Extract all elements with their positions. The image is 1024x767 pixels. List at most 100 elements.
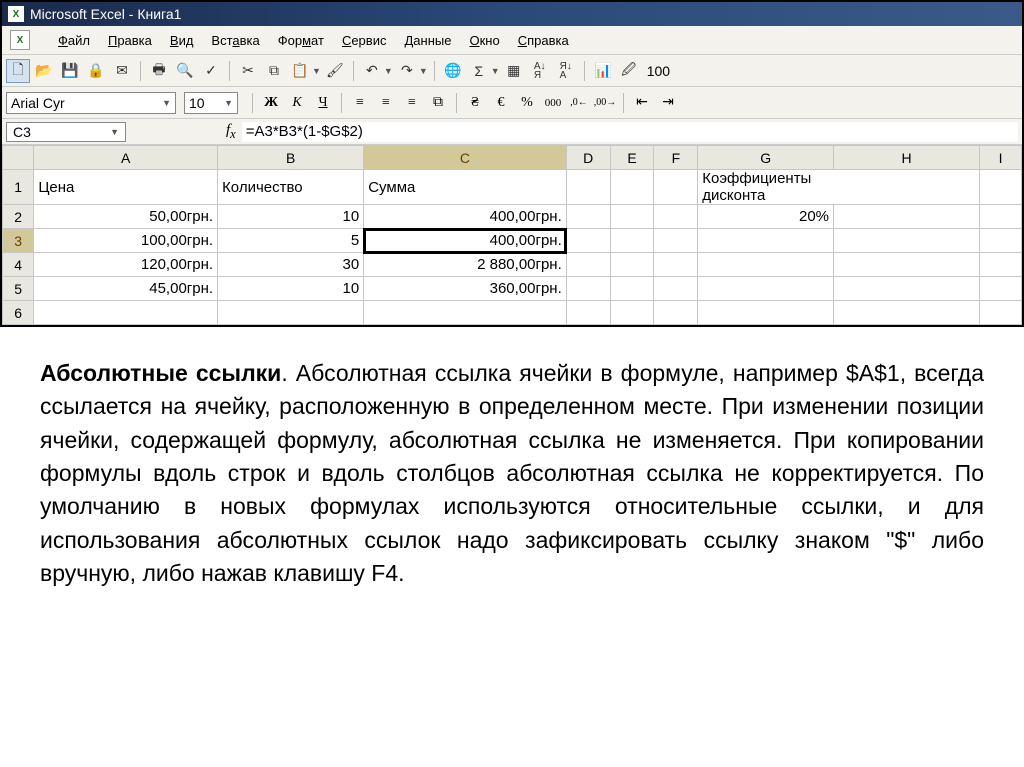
menu-view[interactable]: Вид: [170, 33, 194, 48]
cell-E1[interactable]: [610, 170, 654, 205]
menu-window[interactable]: Окно: [469, 33, 499, 48]
menu-file[interactable]: Файл: [58, 33, 90, 48]
email-icon[interactable]: ✉: [110, 59, 134, 83]
cell-D6[interactable]: [566, 301, 610, 325]
cell-B6[interactable]: [218, 301, 364, 325]
select-all-corner[interactable]: [3, 146, 34, 170]
undo-dropdown-icon[interactable]: ▼: [384, 66, 393, 76]
cell-H3[interactable]: [834, 229, 980, 253]
cell-D2[interactable]: [566, 205, 610, 229]
cell-F5[interactable]: [654, 277, 698, 301]
cell-D3[interactable]: [566, 229, 610, 253]
cell-A6[interactable]: [34, 301, 218, 325]
paste-dropdown-icon[interactable]: ▼: [312, 66, 321, 76]
cell-I5[interactable]: [980, 277, 1022, 301]
cell-D4[interactable]: [566, 253, 610, 277]
merge-cells-icon[interactable]: ⧉: [426, 92, 450, 114]
open-icon[interactable]: 📂: [32, 59, 56, 83]
cell-B2[interactable]: 10: [218, 205, 364, 229]
zoom-value[interactable]: 100: [647, 63, 670, 79]
copy-icon[interactable]: ⧉: [262, 59, 286, 83]
increase-indent-icon[interactable]: ⇥: [656, 92, 680, 114]
col-header-F[interactable]: F: [654, 146, 698, 170]
cell-C1[interactable]: Сумма: [364, 170, 567, 205]
autosum-dropdown-icon[interactable]: ▼: [491, 66, 500, 76]
menu-data[interactable]: Данные: [404, 33, 451, 48]
cell-G2[interactable]: 20%: [698, 205, 834, 229]
col-header-B[interactable]: B: [218, 146, 364, 170]
cell-A5[interactable]: 45,00грн.: [34, 277, 218, 301]
comma-icon[interactable]: 000: [541, 92, 565, 114]
row-header[interactable]: 2: [3, 205, 34, 229]
col-header-A[interactable]: A: [34, 146, 218, 170]
save-icon[interactable]: 💾: [58, 59, 82, 83]
row-header[interactable]: 3: [3, 229, 34, 253]
new-icon[interactable]: 🗋: [6, 59, 30, 83]
print-preview-icon[interactable]: 🔍: [173, 59, 197, 83]
cell-B4[interactable]: 30: [218, 253, 364, 277]
cell-A2[interactable]: 50,00грн.: [34, 205, 218, 229]
cell-B3[interactable]: 5: [218, 229, 364, 253]
drawing-icon[interactable]: 🖉: [617, 59, 641, 83]
decrease-decimal-icon[interactable]: ,00→: [593, 92, 617, 114]
cell-I1[interactable]: [980, 170, 1022, 205]
decrease-indent-icon[interactable]: ⇤: [630, 92, 654, 114]
autosum-icon[interactable]: Σ: [467, 59, 491, 83]
cell-I2[interactable]: [980, 205, 1022, 229]
spelling-icon[interactable]: ✓: [199, 59, 223, 83]
cell-G4[interactable]: [698, 253, 834, 277]
menu-tools[interactable]: Сервис: [342, 33, 387, 48]
cell-A1[interactable]: Цена: [34, 170, 218, 205]
cell-C6[interactable]: [364, 301, 567, 325]
cell-C5[interactable]: 360,00грн.: [364, 277, 567, 301]
fx-icon[interactable]: fx: [226, 122, 236, 142]
align-center-icon[interactable]: ≡: [374, 92, 398, 114]
cell-F2[interactable]: [654, 205, 698, 229]
cell-E6[interactable]: [610, 301, 654, 325]
increase-decimal-icon[interactable]: ,0←: [567, 92, 591, 114]
row-header[interactable]: 5: [3, 277, 34, 301]
menu-edit[interactable]: Правка: [108, 33, 152, 48]
col-header-E[interactable]: E: [610, 146, 654, 170]
cell-E3[interactable]: [610, 229, 654, 253]
cell-G5[interactable]: [698, 277, 834, 301]
cell-B1[interactable]: Количество: [218, 170, 364, 205]
cell-E4[interactable]: [610, 253, 654, 277]
cell-A3[interactable]: 100,00грн.: [34, 229, 218, 253]
row-header[interactable]: 6: [3, 301, 34, 325]
format-painter-icon[interactable]: 🖌: [323, 59, 347, 83]
cell-H1[interactable]: [834, 170, 980, 205]
menu-format[interactable]: Формат: [278, 33, 324, 48]
sort-asc-icon[interactable]: А↓Я: [528, 59, 552, 83]
cell-I3[interactable]: [980, 229, 1022, 253]
font-selector[interactable]: Arial Cyr ▼: [6, 92, 176, 114]
redo-dropdown-icon[interactable]: ▼: [419, 66, 428, 76]
redo-icon[interactable]: ↷: [395, 59, 419, 83]
bold-icon[interactable]: Ж: [259, 92, 283, 114]
cell-I4[interactable]: [980, 253, 1022, 277]
row-header[interactable]: 1: [3, 170, 34, 205]
align-right-icon[interactable]: ≡: [400, 92, 424, 114]
permission-icon[interactable]: 🔒: [84, 59, 108, 83]
font-size-selector[interactable]: 10 ▼: [184, 92, 238, 114]
row-header[interactable]: 4: [3, 253, 34, 277]
col-header-C[interactable]: C: [364, 146, 567, 170]
cell-A4[interactable]: 120,00грн.: [34, 253, 218, 277]
cell-G1[interactable]: Коэффициенты дисконта: [698, 170, 834, 205]
sort-control-icon[interactable]: ▦: [502, 59, 526, 83]
cell-C2[interactable]: 400,00грн.: [364, 205, 567, 229]
cell-F1[interactable]: [654, 170, 698, 205]
col-header-G[interactable]: G: [698, 146, 834, 170]
italic-icon[interactable]: К: [285, 92, 309, 114]
col-header-H[interactable]: H: [834, 146, 980, 170]
col-header-I[interactable]: I: [980, 146, 1022, 170]
cell-D1[interactable]: [566, 170, 610, 205]
cell-F6[interactable]: [654, 301, 698, 325]
cut-icon[interactable]: ✂: [236, 59, 260, 83]
col-header-D[interactable]: D: [566, 146, 610, 170]
menu-help[interactable]: Справка: [518, 33, 569, 48]
workbook-icon[interactable]: X: [10, 30, 30, 50]
formula-input[interactable]: =A3*B3*(1-$G$2): [242, 122, 1018, 142]
cell-B5[interactable]: 10: [218, 277, 364, 301]
cell-H2[interactable]: [834, 205, 980, 229]
